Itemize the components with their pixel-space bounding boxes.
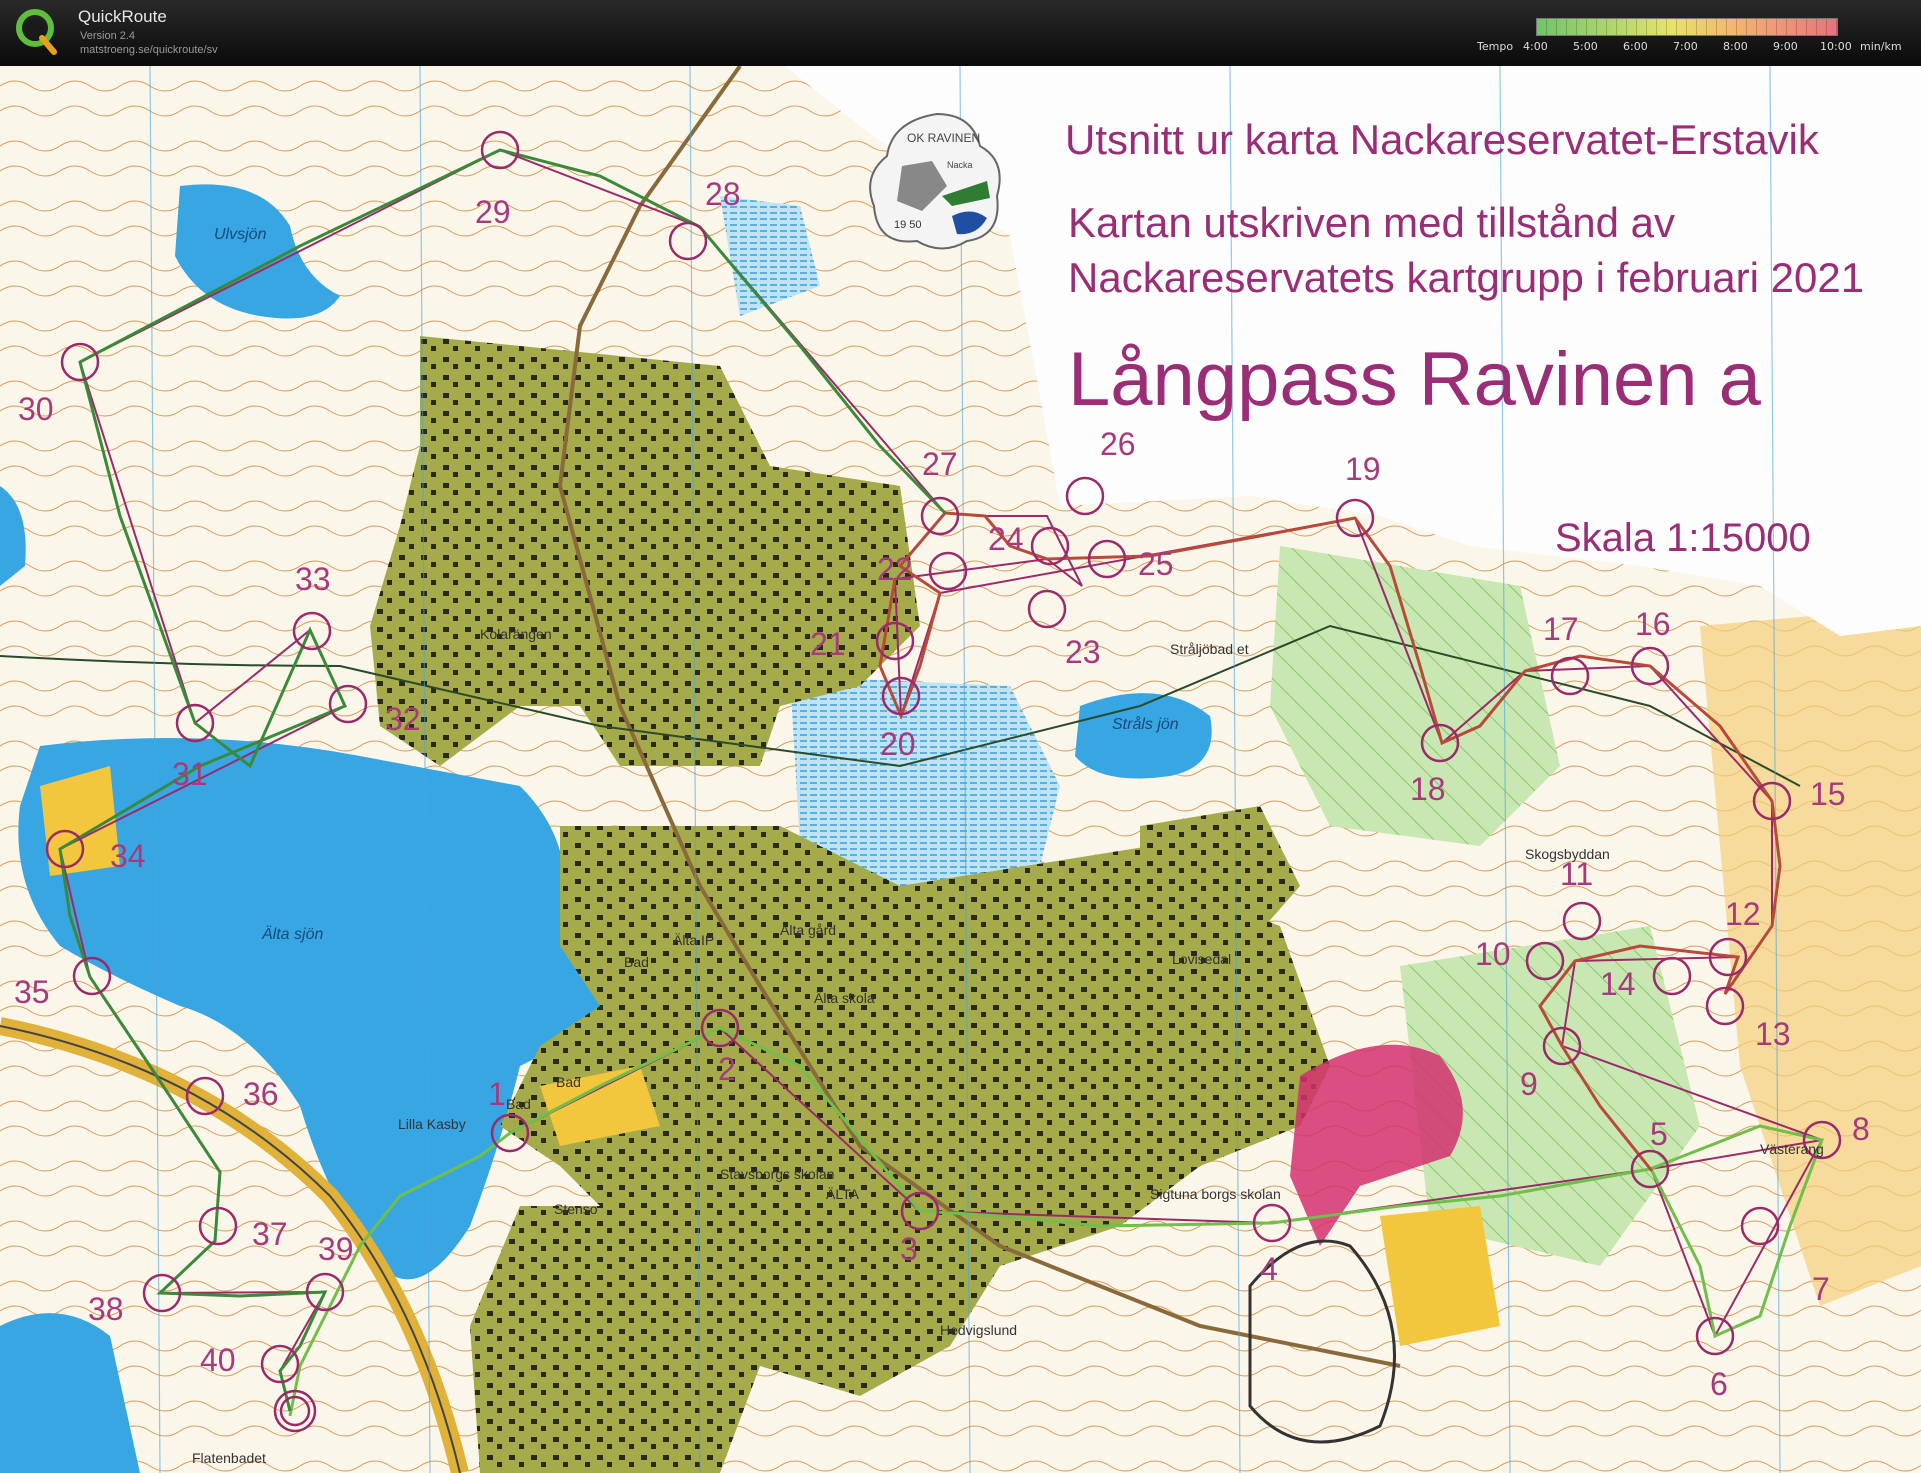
control-number-39: 39 [318,1231,354,1267]
control-number-33: 33 [295,561,331,597]
place-flatenbadet: Flatenbadet [192,1450,266,1466]
tempo-tick-label: 6:00 [1623,40,1648,53]
control-number-38: 38 [88,1291,124,1327]
control-number-7: 7 [1812,1271,1830,1307]
lake-stralsjon [1075,693,1212,779]
logo-club-name: OK RAVINEN [907,131,980,145]
control-number-37: 37 [252,1216,288,1252]
quickroute-window: QuickRoute Version 2.4 matstroeng.se/qui… [0,0,1921,1473]
control-number-15: 15 [1810,776,1846,812]
orienteering-map[interactable]: OK RAVINEN Nacka 19 50 Utsnitt ur karta … [0,66,1921,1473]
control-number-10: 10 [1475,936,1511,972]
place-alta-skola: Älta skola [814,990,875,1006]
map-header-line2: Kartan utskriven med tillstånd av [1068,199,1675,246]
control-number-31: 31 [172,756,208,792]
place-bad: Bad [624,954,649,970]
app-url[interactable]: matstroeng.se/quickroute/sv [80,44,218,56]
app-version: Version 2.4 [80,30,136,42]
app-title: QuickRoute [78,7,167,26]
place-bad: Bad [506,1096,531,1112]
control-number-19: 19 [1345,451,1381,487]
control-number-29: 29 [475,194,511,230]
place-lovisedal: Lovisedal [1172,951,1232,967]
place-straljobadet: Stråljöbad et [1170,641,1249,657]
tempo-tick-label: 10:00 [1820,40,1852,53]
control-number-2: 2 [718,1051,736,1087]
place-skogsbyddan: Skogsbyddan [1525,846,1610,862]
place-hedvigslund: Hedvigslund [940,1322,1018,1338]
place-alta: ÄLTA [826,1186,859,1202]
place-altasjon: Älta sjön [262,926,324,943]
tempo-unit: min/km [1860,40,1902,53]
control-number-4: 4 [1260,1251,1278,1287]
logo-club-year: 19 50 [894,219,922,231]
tempo-tick-label: 9:00 [1773,40,1798,53]
place-alta-gard: Älta gård [780,922,837,938]
tempo-tick-label: 5:00 [1573,40,1598,53]
place-vasterang: Västerang [1760,1141,1824,1157]
control-number-21: 21 [810,626,846,662]
control-number-6: 6 [1710,1366,1728,1402]
control-number-34: 34 [110,838,146,874]
map-scale: Skala 1:15000 [1555,516,1811,560]
tempo-label: Tempo [1477,40,1514,53]
place-stralsjon: Stråls jön [1112,716,1179,733]
place-kolarangen: Kolarängen [480,626,552,642]
control-number-13: 13 [1755,1016,1791,1052]
control-number-5: 5 [1650,1116,1668,1152]
control-number-36: 36 [243,1076,279,1112]
place-stavsborgsskolan: Stavsborgs skolan [720,1166,835,1182]
control-number-16: 16 [1635,606,1671,642]
control-number-23: 23 [1065,634,1101,670]
control-number-1: 1 [488,1076,506,1112]
control-number-27: 27 [922,446,958,482]
control-number-18: 18 [1410,771,1446,807]
place-stenso: Stenso [554,1201,598,1217]
control-number-9: 9 [1520,1066,1538,1102]
control-number-30: 30 [18,391,54,427]
tempo-tick-label: 4:00 [1523,40,1548,53]
control-number-32: 32 [385,701,421,737]
map-title: Långpass Ravinen a [1068,337,1761,422]
control-number-17: 17 [1543,611,1579,647]
control-number-25: 25 [1138,546,1174,582]
place-ulvsjon: Ulvsjön [214,226,267,243]
control-number-24: 24 [988,521,1024,557]
control-number-26: 26 [1100,426,1136,462]
tempo-tick-label: 7:00 [1673,40,1698,53]
control-number-12: 12 [1725,896,1761,932]
map-header-line3: Nackareservatets kartgrupp i februari 20… [1068,254,1865,301]
place-alta-ip: Älta IP [673,932,715,948]
control-number-28: 28 [705,176,741,212]
open-field [1380,1206,1500,1346]
control-number-40: 40 [200,1342,236,1378]
control-number-14: 14 [1600,966,1636,1002]
control-number-8: 8 [1852,1111,1870,1147]
quickroute-logo-icon [16,9,57,55]
ok-ravinen-logo: OK RAVINEN Nacka 19 50 [869,112,1001,250]
tempo-tick-label: 8:00 [1723,40,1748,53]
logo-club-place: Nacka [947,160,973,170]
control-number-3: 3 [900,1231,918,1267]
place-bad: Bad [556,1074,581,1090]
place-sigtunaborgsskolan: Sigtuna borgs skolan [1150,1186,1281,1202]
tempo-scale-ticks [1537,19,1837,35]
control-number-20: 20 [880,726,916,762]
control-number-35: 35 [14,974,50,1010]
tempo-legend: Tempo 4:00 5:00 6:00 7:00 8:00 9:00 10:0… [1475,16,1915,56]
control-number-22: 22 [877,551,913,587]
place-lilla-kasby: Lilla Kasby [398,1116,466,1132]
top-bar: QuickRoute Version 2.4 matstroeng.se/qui… [0,0,1921,67]
map-header-line1: Utsnitt ur karta Nackareservatet-Erstavi… [1065,116,1819,163]
